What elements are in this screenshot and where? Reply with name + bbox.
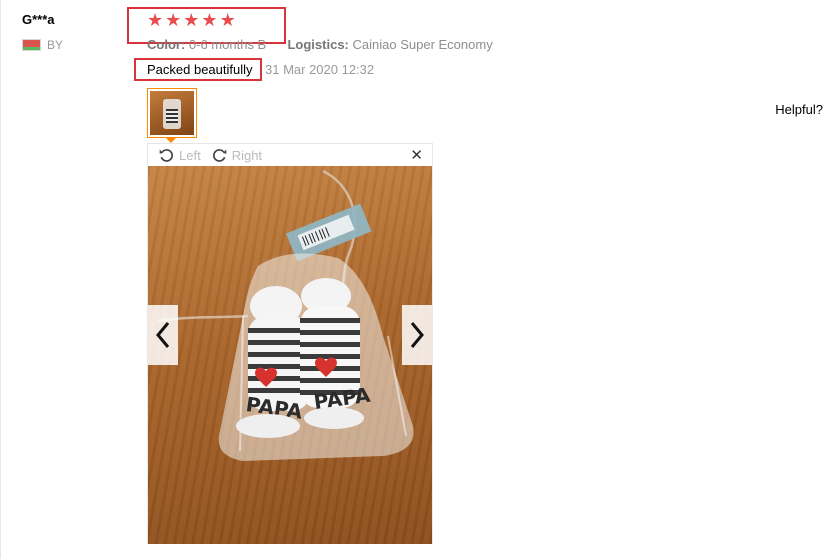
previous-image-button[interactable] [148,305,178,365]
feedback-highlight-box [134,58,262,81]
rotate-right-icon [212,148,226,162]
thumbnail-image [150,91,194,135]
rotate-left-label: Left [179,147,201,163]
color-value: 0-6 months B [188,37,267,52]
image-viewer: Left Right ✕ PAPA PAPA [147,143,433,544]
next-image-button[interactable] [402,305,432,365]
chevron-left-icon [156,322,170,348]
rotate-right-button[interactable]: Right [211,147,262,164]
close-icon[interactable]: ✕ [410,146,423,164]
flag-icon [22,39,41,51]
rotate-left-icon [159,148,174,162]
review-photo-thumbnail[interactable] [147,88,197,138]
order-details: Color: 0-6 months B Logistics: Cainiao S… [147,37,493,52]
photo-illustration: PAPA PAPA [157,169,414,461]
feedback-date: 31 Mar 2020 12:32 [265,62,375,77]
logistics-value: Cainiao Super Economy [352,37,493,52]
review-photo: PAPA PAPA [148,166,432,544]
reviewer-country: BY [22,38,63,52]
helpful-link[interactable]: Helpful? [775,102,823,117]
chevron-right-icon [410,322,424,348]
viewer-toolbar: Left Right ✕ [148,144,432,166]
color-label: Color: [147,37,186,52]
rotate-right-label: Right [231,147,263,163]
country-code: BY [47,38,64,52]
reviewer-name: G***a [22,12,55,27]
left-divider [0,0,1,559]
logistics-label: Logistics: [287,37,349,52]
rotate-left-button[interactable]: Left [158,147,201,164]
